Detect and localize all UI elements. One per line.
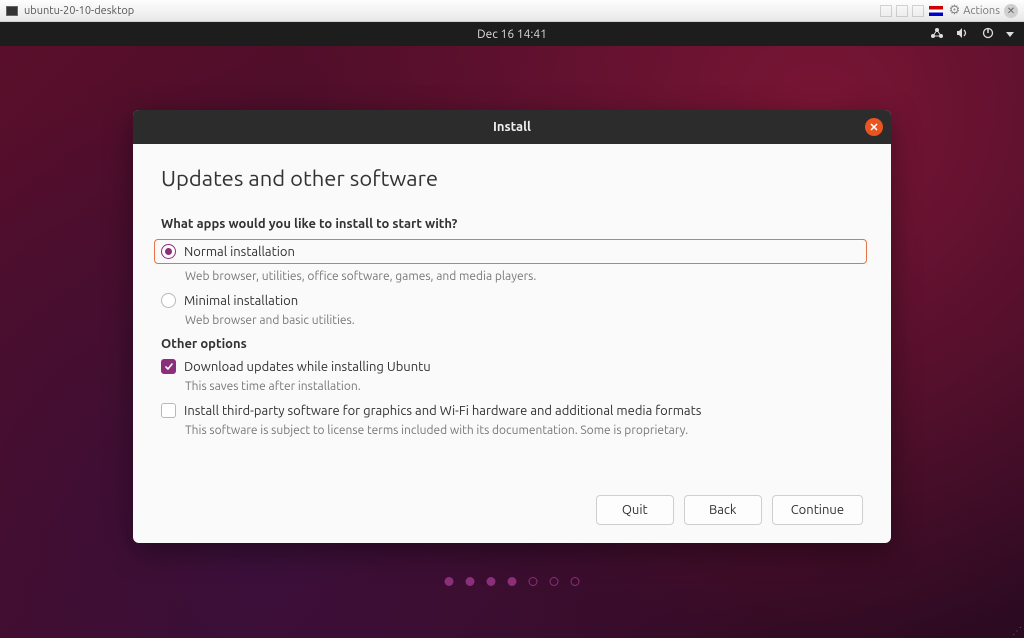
vm-close-icon[interactable]: ✕ (1004, 4, 1018, 18)
vm-host-titlebar: ubuntu-20-10-desktop ⚙ Actions ✕ (0, 0, 1024, 22)
vm-toolbar-icon-3[interactable] (912, 5, 924, 17)
install-type-question: What apps would you like to install to s… (161, 217, 863, 231)
volume-icon[interactable] (956, 27, 970, 42)
radio-normal-installation-indicator (161, 244, 176, 259)
vm-toolbar-icon-1[interactable] (880, 5, 892, 17)
continue-button[interactable]: Continue (772, 495, 863, 525)
checkbox-download-updates-indicator (161, 359, 176, 374)
keyboard-layout-flag-icon[interactable] (929, 6, 943, 16)
radio-minimal-installation-desc: Web browser and basic utilities. (185, 314, 863, 327)
radio-minimal-installation-indicator (161, 293, 176, 308)
progress-dot-5 (529, 577, 538, 586)
progress-dot-2 (466, 577, 475, 586)
checkbox-third-party-desc: This software is subject to license term… (185, 424, 863, 437)
resize-grip-icon[interactable]: ⋰ (1010, 624, 1024, 638)
dialog-body: Updates and other software What apps wou… (133, 144, 891, 543)
progress-dot-6 (550, 577, 559, 586)
dialog-titlebar: Install ✕ (133, 110, 891, 144)
checkbox-download-updates-label: Download updates while installing Ubuntu (184, 360, 431, 374)
radio-normal-installation-desc: Web browser, utilities, office software,… (185, 270, 863, 283)
radio-minimal-installation-label: Minimal installation (184, 294, 298, 308)
topbar-clock[interactable]: Dec 16 14:41 (477, 28, 547, 41)
progress-dot-7 (571, 577, 580, 586)
console-icon (6, 6, 18, 16)
back-button[interactable]: Back (684, 495, 762, 525)
radio-normal-installation-label: Normal installation (184, 245, 295, 259)
progress-dot-3 (487, 577, 496, 586)
install-dialog: Install ✕ Updates and other software Wha… (133, 110, 891, 543)
chevron-down-icon[interactable] (1006, 28, 1014, 41)
power-icon[interactable] (982, 27, 994, 42)
gnome-topbar: Dec 16 14:41 (0, 22, 1024, 46)
other-options-heading: Other options (161, 337, 863, 351)
vm-tab-name: ubuntu-20-10-desktop (24, 5, 134, 17)
vm-toolbar-icon-2[interactable] (896, 5, 908, 17)
checkbox-download-updates[interactable]: Download updates while installing Ubuntu (161, 359, 863, 374)
page-heading: Updates and other software (161, 166, 863, 191)
checkbox-third-party-label: Install third-party software for graphic… (184, 404, 701, 418)
guest-desktop: Dec 16 14:41 Install ✕ Updates and other… (0, 22, 1024, 638)
progress-dots (445, 577, 580, 586)
dialog-actions: Quit Back Continue (161, 495, 863, 525)
dialog-title-text: Install (493, 120, 531, 134)
network-icon[interactable] (930, 27, 944, 42)
gear-icon[interactable]: ⚙ (949, 3, 961, 18)
vm-actions-label[interactable]: Actions (963, 5, 1000, 17)
close-icon[interactable]: ✕ (865, 118, 883, 136)
checkbox-download-updates-desc: This saves time after installation. (185, 380, 863, 393)
checkbox-third-party-indicator (161, 403, 176, 418)
radio-minimal-installation[interactable]: Minimal installation (161, 293, 863, 308)
radio-normal-installation[interactable]: Normal installation (154, 239, 867, 264)
progress-dot-1 (445, 577, 454, 586)
progress-dot-4 (508, 577, 517, 586)
checkbox-third-party[interactable]: Install third-party software for graphic… (161, 403, 863, 418)
quit-button[interactable]: Quit (596, 495, 674, 525)
topbar-status-area[interactable] (930, 22, 1014, 46)
